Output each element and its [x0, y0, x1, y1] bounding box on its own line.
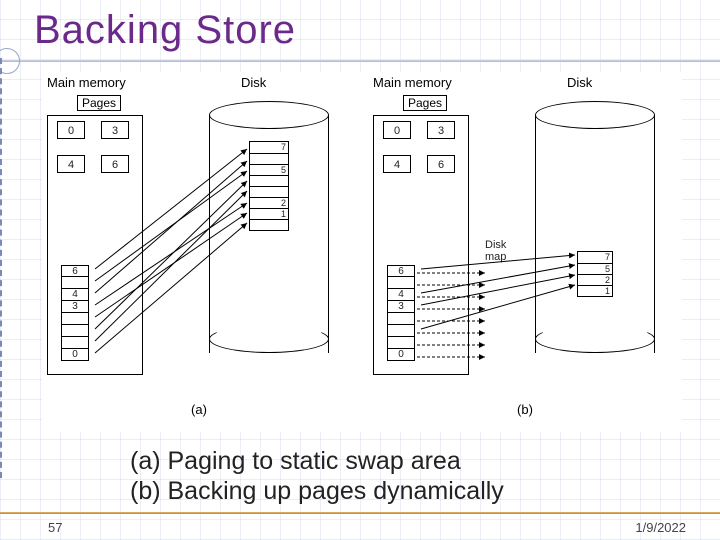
page-cell: 0	[383, 121, 411, 139]
footer-rule	[0, 512, 720, 514]
page-cell: 6	[101, 155, 129, 173]
title-rule	[0, 60, 720, 62]
captions: (a) Paging to static swap area (b) Backi…	[130, 446, 504, 506]
panel-b: Main memory Disk Pages Swap area Page ta…	[369, 73, 681, 413]
arrows-a	[43, 73, 355, 413]
panel-a: Main memory Disk Pages Swap area Page ta…	[43, 73, 355, 413]
caption-b: (b) Backing up pages dynamically	[130, 476, 504, 506]
page-cell: 4	[57, 155, 85, 173]
page-cell: 3	[427, 121, 455, 139]
sub-label-b: (b)	[517, 402, 533, 417]
slide-date: 1/9/2022	[635, 520, 686, 535]
slide-title: Backing Store	[34, 8, 296, 53]
slide-number: 57	[48, 520, 62, 535]
page-cell: 4	[383, 155, 411, 173]
caption-a: (a) Paging to static swap area	[130, 446, 504, 476]
arrows-b	[369, 73, 681, 413]
page-cell: 6	[427, 155, 455, 173]
left-dashed-rule	[0, 58, 4, 478]
page-cell: 3	[101, 121, 129, 139]
page-cell: 0	[57, 121, 85, 139]
sub-label-a: (a)	[191, 402, 207, 417]
figure-area: Main memory Disk Pages Swap area Page ta…	[42, 72, 682, 432]
